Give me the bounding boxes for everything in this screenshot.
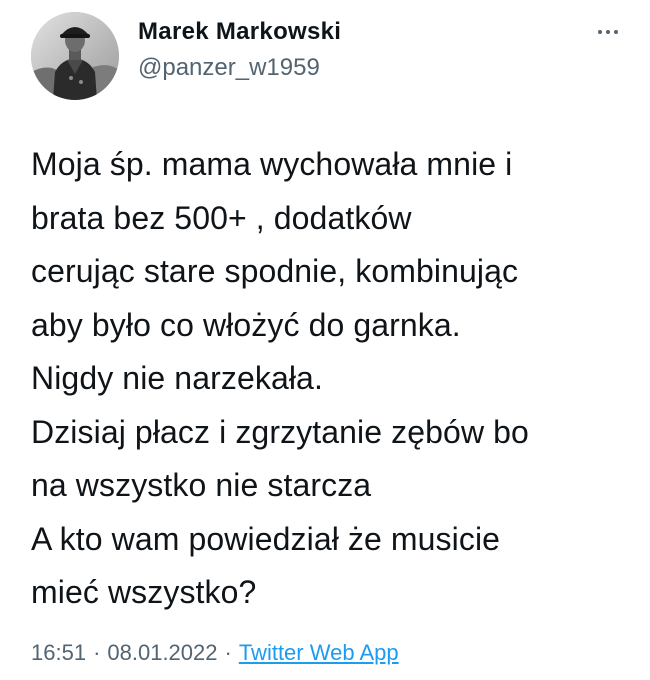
- tweet-line: Nigdy nie narzekała.: [31, 360, 323, 396]
- meta-separator: ·: [93, 640, 101, 665]
- tweet-card: Marek Markowski @panzer_w1959 Moja śp. m…: [0, 0, 650, 680]
- avatar-photo: [31, 12, 119, 100]
- author-handle[interactable]: @panzer_w1959: [138, 54, 320, 82]
- more-horizontal-icon[interactable]: [590, 20, 626, 44]
- more-dot: [606, 30, 610, 34]
- author-name[interactable]: Marek Markowski: [138, 18, 341, 46]
- tweet-date[interactable]: 08.01.2022: [107, 640, 217, 666]
- tweet-line: mieć wszystko?: [31, 574, 257, 610]
- tweet-line: Dzisiaj płacz i zgrzytanie zębów bo: [31, 413, 529, 450]
- tweet-line: aby było co włożyć do garnka.: [31, 306, 461, 343]
- more-dot: [614, 30, 618, 34]
- tweet-meta: 16:51 · 08.01.2022 · Twitter Web App: [31, 640, 399, 666]
- tweet-line: na wszystko nie starcza: [31, 467, 372, 503]
- tweet-source-link[interactable]: Twitter Web App: [239, 640, 399, 666]
- avatar[interactable]: [31, 12, 119, 100]
- tweet-line: Moja śp. mama wychowała mnie i: [31, 146, 513, 182]
- meta-separator: ·: [224, 640, 232, 665]
- tweet-text: Moja śp. mama wychowała mnie i brata bez…: [31, 138, 631, 620]
- tweet-line: A kto wam powiedział że musicie: [31, 520, 501, 557]
- tweet-line: brata bez 500+ , dodatków: [31, 199, 412, 236]
- tweet-time[interactable]: 16:51: [31, 640, 86, 666]
- tweet-line: cerując stare spodnie, kombinując: [31, 253, 519, 289]
- more-dot: [598, 30, 602, 34]
